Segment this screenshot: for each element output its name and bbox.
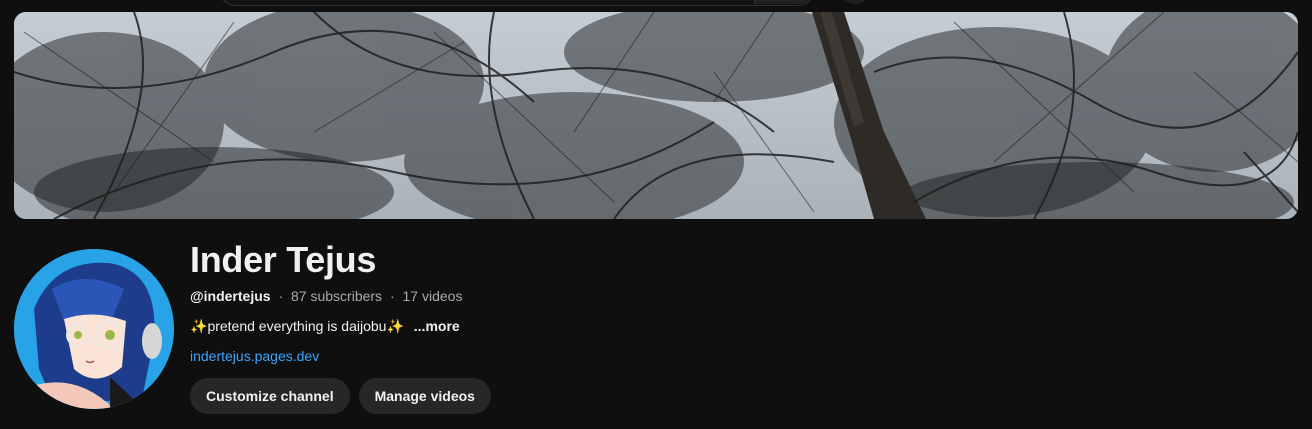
avatar-image — [14, 249, 174, 409]
voice-search-button[interactable] — [838, 0, 872, 4]
sparkle-icon: ✨ — [386, 318, 404, 334]
banner-image — [14, 12, 1298, 219]
more-link[interactable]: ...more — [414, 318, 460, 334]
sparkle-icon: ✨ — [190, 318, 208, 334]
meta-separator: · — [278, 288, 284, 304]
channel-website-link[interactable]: indertejus.pages.dev — [190, 348, 319, 364]
manage-videos-button[interactable]: Manage videos — [358, 378, 491, 414]
channel-name: Inder Tejus — [190, 239, 377, 280]
video-count: 17 videos — [402, 288, 463, 304]
meta-separator: · — [389, 288, 395, 304]
channel-banner — [14, 12, 1298, 219]
channel-info: Inder Tejus @indertejus · 87 subscribers… — [190, 238, 890, 414]
channel-links: indertejus.pages.dev — [190, 346, 890, 366]
customize-channel-button[interactable]: Customize channel — [190, 378, 350, 414]
search-input[interactable] — [218, 0, 816, 6]
description-text: pretend everything is daijobu — [207, 318, 387, 334]
channel-description[interactable]: ✨pretend everything is daijobu✨ ...more — [190, 316, 890, 336]
channel-meta: @indertejus · 87 subscribers · 17 videos — [190, 286, 890, 306]
channel-avatar[interactable] — [14, 249, 174, 409]
channel-actions: Customize channel Manage videos — [190, 378, 890, 414]
top-bar — [0, 0, 1312, 12]
channel-handle: @indertejus — [190, 288, 271, 304]
subscriber-count: 87 subscribers — [291, 288, 383, 304]
